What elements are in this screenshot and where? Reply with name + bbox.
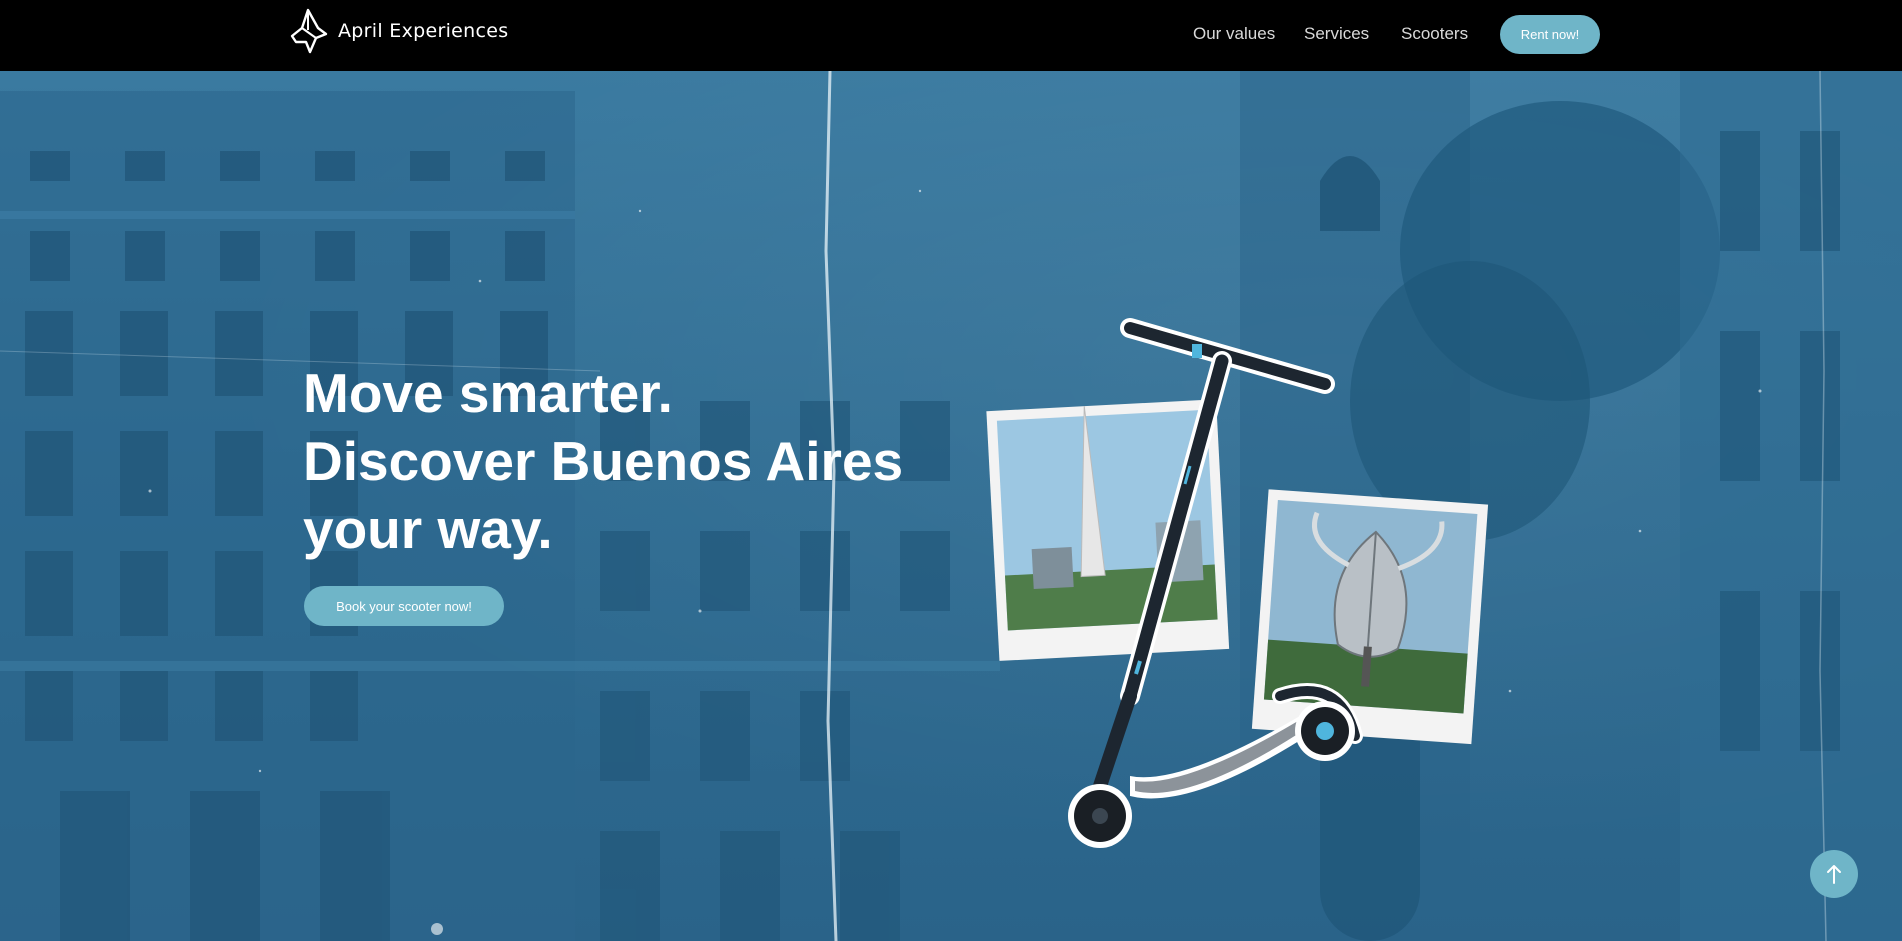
buenos-aires-background-image [0, 71, 1902, 941]
nav-link-our-values[interactable]: Our values [1193, 24, 1275, 44]
rent-now-button[interactable]: Rent now! [1500, 15, 1600, 54]
nav-link-scooters[interactable]: Scooters [1401, 24, 1468, 44]
book-scooter-button[interactable]: Book your scooter now! [304, 586, 504, 626]
hero-collage [986, 318, 1489, 848]
abstract-lotus-logo-icon [290, 8, 328, 54]
hero-section: Move smarter. Discover Buenos Aires your… [0, 71, 1902, 941]
brand-name: April Experiences [338, 20, 509, 42]
floralis-generica-photo [1251, 489, 1489, 745]
nav-link-services[interactable]: Services [1304, 24, 1369, 44]
top-navigation-bar: April Experiences Our values Services Sc… [0, 0, 1902, 71]
headline-line-3: your way. [303, 498, 553, 560]
headline-line-1: Move smarter. [303, 362, 673, 424]
brand-logo[interactable]: April Experiences [288, 8, 508, 54]
headline-line-2: Discover Buenos Aires [303, 430, 904, 492]
arrow-up-icon [1827, 865, 1841, 884]
hero-headline: Move smarter. Discover Buenos Aires your… [303, 359, 903, 563]
scroll-to-top-button[interactable] [1810, 850, 1858, 898]
